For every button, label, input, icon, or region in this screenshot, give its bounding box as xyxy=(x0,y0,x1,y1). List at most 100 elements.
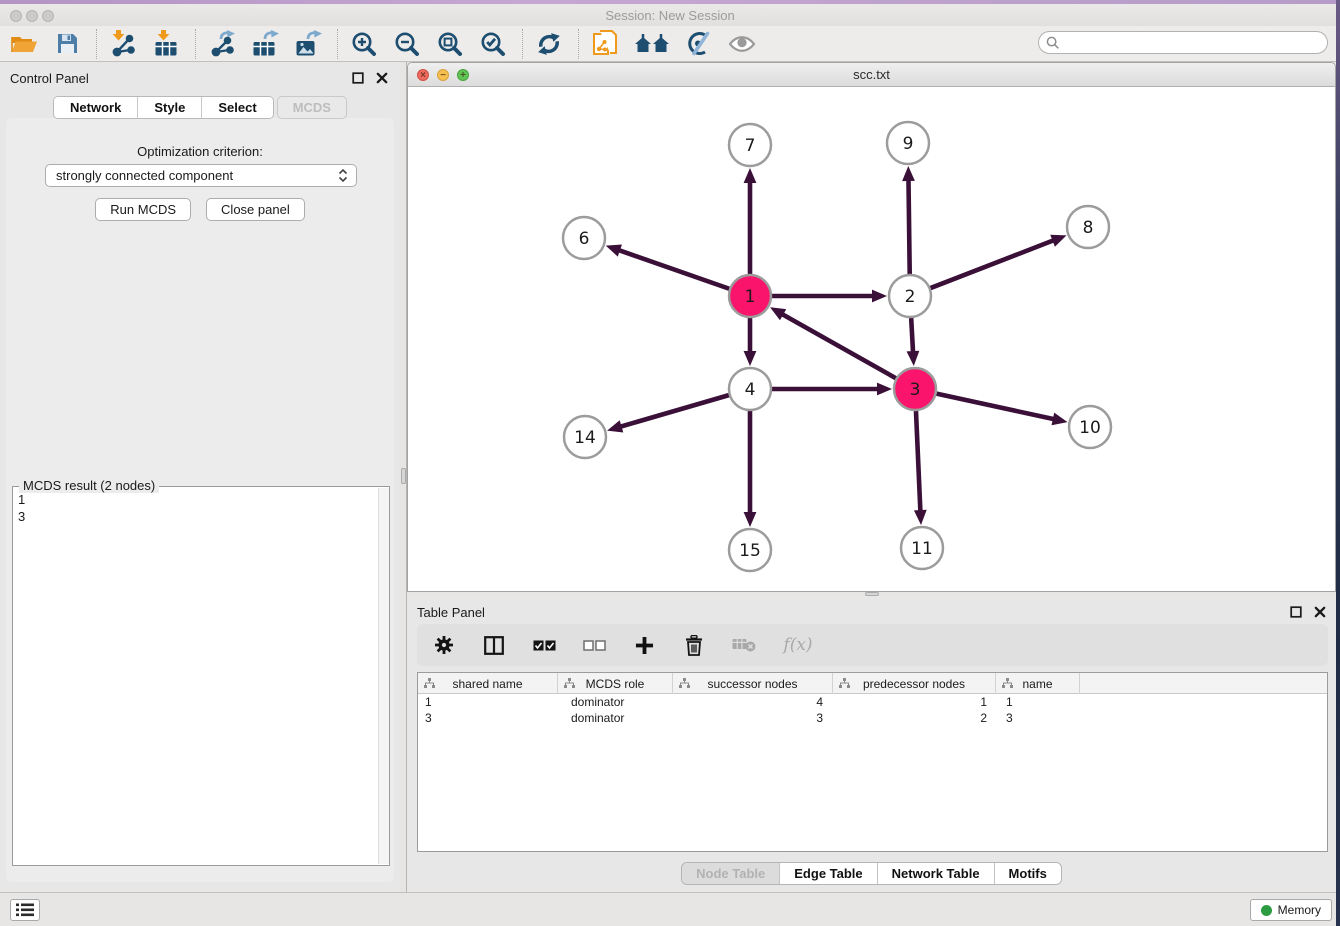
graph-node-1[interactable]: 1 xyxy=(729,275,771,317)
float-panel-icon[interactable] xyxy=(352,71,364,89)
column-header-label: successor nodes xyxy=(707,677,797,691)
eye-icon xyxy=(728,34,756,54)
tab-select[interactable]: Select xyxy=(202,97,272,118)
column-header-name[interactable]: name xyxy=(996,673,1080,694)
desktop-wallpaper-right xyxy=(1336,0,1340,926)
graph-edge[interactable] xyxy=(936,394,1067,426)
graph-edge[interactable] xyxy=(914,411,927,525)
graph-edge[interactable] xyxy=(772,383,892,396)
close-panel-icon[interactable] xyxy=(376,71,388,89)
destroy-table-button[interactable] xyxy=(731,630,757,660)
zoom-fit-button[interactable] xyxy=(434,29,466,59)
table-cell: 2 xyxy=(833,710,996,726)
control-panel-title: Control Panel xyxy=(10,71,89,86)
tab-edge-table[interactable]: Edge Table xyxy=(780,863,877,884)
graph-edge[interactable] xyxy=(770,307,896,378)
tab-style[interactable]: Style xyxy=(138,97,202,118)
graphics-details-button[interactable] xyxy=(683,29,715,59)
tab-motifs[interactable]: Motifs xyxy=(995,863,1061,884)
table-body: 1dominator4113dominator323 xyxy=(418,694,1327,726)
run-mcds-button[interactable]: Run MCDS xyxy=(95,198,191,221)
graph-node-6[interactable]: 6 xyxy=(563,217,605,259)
float-panel-icon[interactable] xyxy=(1290,605,1302,623)
mcds-result-box: MCDS result (2 nodes) 13 xyxy=(12,486,390,866)
graph-edge[interactable] xyxy=(931,235,1067,288)
table-cell: 1 xyxy=(833,694,996,710)
delete-column-button[interactable] xyxy=(681,630,707,660)
graph-node-3[interactable]: 3 xyxy=(894,368,936,410)
svg-text:3: 3 xyxy=(910,380,921,400)
graph-edge[interactable] xyxy=(772,290,887,303)
graph-edge[interactable] xyxy=(744,411,757,527)
open-session-button[interactable] xyxy=(8,29,40,59)
tab-mcds[interactable]: MCDS xyxy=(277,96,347,119)
graph-edge[interactable] xyxy=(607,395,729,432)
table-cell: 1 xyxy=(996,694,1080,710)
vertical-splitter[interactable] xyxy=(400,62,407,892)
export-table-button[interactable] xyxy=(249,29,281,59)
mcds-buttons-row: Run MCDS Close panel xyxy=(6,198,394,221)
graph-node-4[interactable]: 4 xyxy=(729,368,771,410)
memory-button[interactable]: Memory xyxy=(1250,899,1332,921)
graph-node-7[interactable]: 7 xyxy=(729,124,771,166)
optimization-criterion-select[interactable]: strongly connected component xyxy=(45,164,357,187)
tab-node-table[interactable]: Node Table xyxy=(682,863,780,884)
import-network-icon xyxy=(109,30,137,57)
node-table: shared name MCDS role successor nodes prede… xyxy=(417,672,1328,852)
svg-text:10: 10 xyxy=(1079,418,1101,438)
column-header-predecessor-nodes[interactable]: predecessor nodes xyxy=(833,673,996,694)
save-session-button[interactable] xyxy=(51,29,83,59)
create-column-button[interactable] xyxy=(631,630,657,660)
function-builder-button[interactable]: f(x) xyxy=(781,630,815,660)
table-row[interactable]: 3dominator323 xyxy=(418,710,1327,726)
column-header-shared-name[interactable]: shared name xyxy=(418,673,558,694)
zoom-in-button[interactable] xyxy=(348,29,380,59)
split-view-button[interactable] xyxy=(481,630,507,660)
graph-edge[interactable] xyxy=(902,166,915,274)
import-table-button[interactable] xyxy=(150,29,182,59)
task-history-button[interactable] xyxy=(10,899,40,921)
graph-edge[interactable] xyxy=(744,318,757,366)
network-window-titlebar[interactable]: × − + scc.txt xyxy=(408,63,1335,87)
network-graph-svg[interactable]: 7 9 6 8 1 2 4 3 14 10 15 11 xyxy=(408,87,1335,591)
graph-node-9[interactable]: 9 xyxy=(887,122,929,164)
column-header-label: shared name xyxy=(452,677,522,691)
column-header-successor-nodes[interactable]: successor nodes xyxy=(673,673,833,694)
graph-node-11[interactable]: 11 xyxy=(901,527,943,569)
graph-edge[interactable] xyxy=(907,318,920,366)
export-image-button[interactable] xyxy=(292,29,324,59)
column-header-MCDS-role[interactable]: MCDS role xyxy=(558,673,673,694)
hide-windows-button[interactable] xyxy=(632,29,672,59)
column-header-label: name xyxy=(1022,677,1052,691)
tab-network[interactable]: Network xyxy=(54,97,138,118)
column-header-label: predecessor nodes xyxy=(863,677,965,691)
mcds-result-scrollbar[interactable] xyxy=(378,488,389,864)
graph-node-10[interactable]: 10 xyxy=(1069,406,1111,448)
app-title: Session: New Session xyxy=(0,8,1340,23)
splitter-grip[interactable] xyxy=(401,468,406,484)
export-network-button[interactable] xyxy=(206,29,238,59)
refresh-button[interactable] xyxy=(533,29,565,59)
zoom-selected-button[interactable] xyxy=(477,29,509,59)
clone-network-button[interactable] xyxy=(589,29,621,59)
control-panel: Control Panel Network Style Select MCDS … xyxy=(0,62,400,892)
deselect-all-columns-button[interactable] xyxy=(581,630,607,660)
table-row[interactable]: 1dominator411 xyxy=(418,694,1327,710)
table-settings-button[interactable] xyxy=(431,630,457,660)
graph-edge[interactable] xyxy=(744,168,757,274)
close-panel-icon[interactable] xyxy=(1314,605,1326,623)
graph-node-15[interactable]: 15 xyxy=(729,529,771,571)
graph-node-8[interactable]: 8 xyxy=(1067,206,1109,248)
network-canvas[interactable]: 7 9 6 8 1 2 4 3 14 10 15 11 xyxy=(408,87,1335,591)
tab-network-table[interactable]: Network Table xyxy=(878,863,995,884)
graph-node-14[interactable]: 14 xyxy=(564,416,606,458)
search-input[interactable] xyxy=(1038,31,1328,54)
table-panel-header: Table Panel xyxy=(407,596,1336,626)
zoom-out-button[interactable] xyxy=(391,29,423,59)
close-panel-button[interactable]: Close panel xyxy=(206,198,305,221)
graph-edge[interactable] xyxy=(606,244,730,288)
show-hide-panel-button[interactable] xyxy=(726,29,758,59)
graph-node-2[interactable]: 2 xyxy=(889,275,931,317)
import-network-button[interactable] xyxy=(107,29,139,59)
select-all-columns-button[interactable] xyxy=(531,630,557,660)
